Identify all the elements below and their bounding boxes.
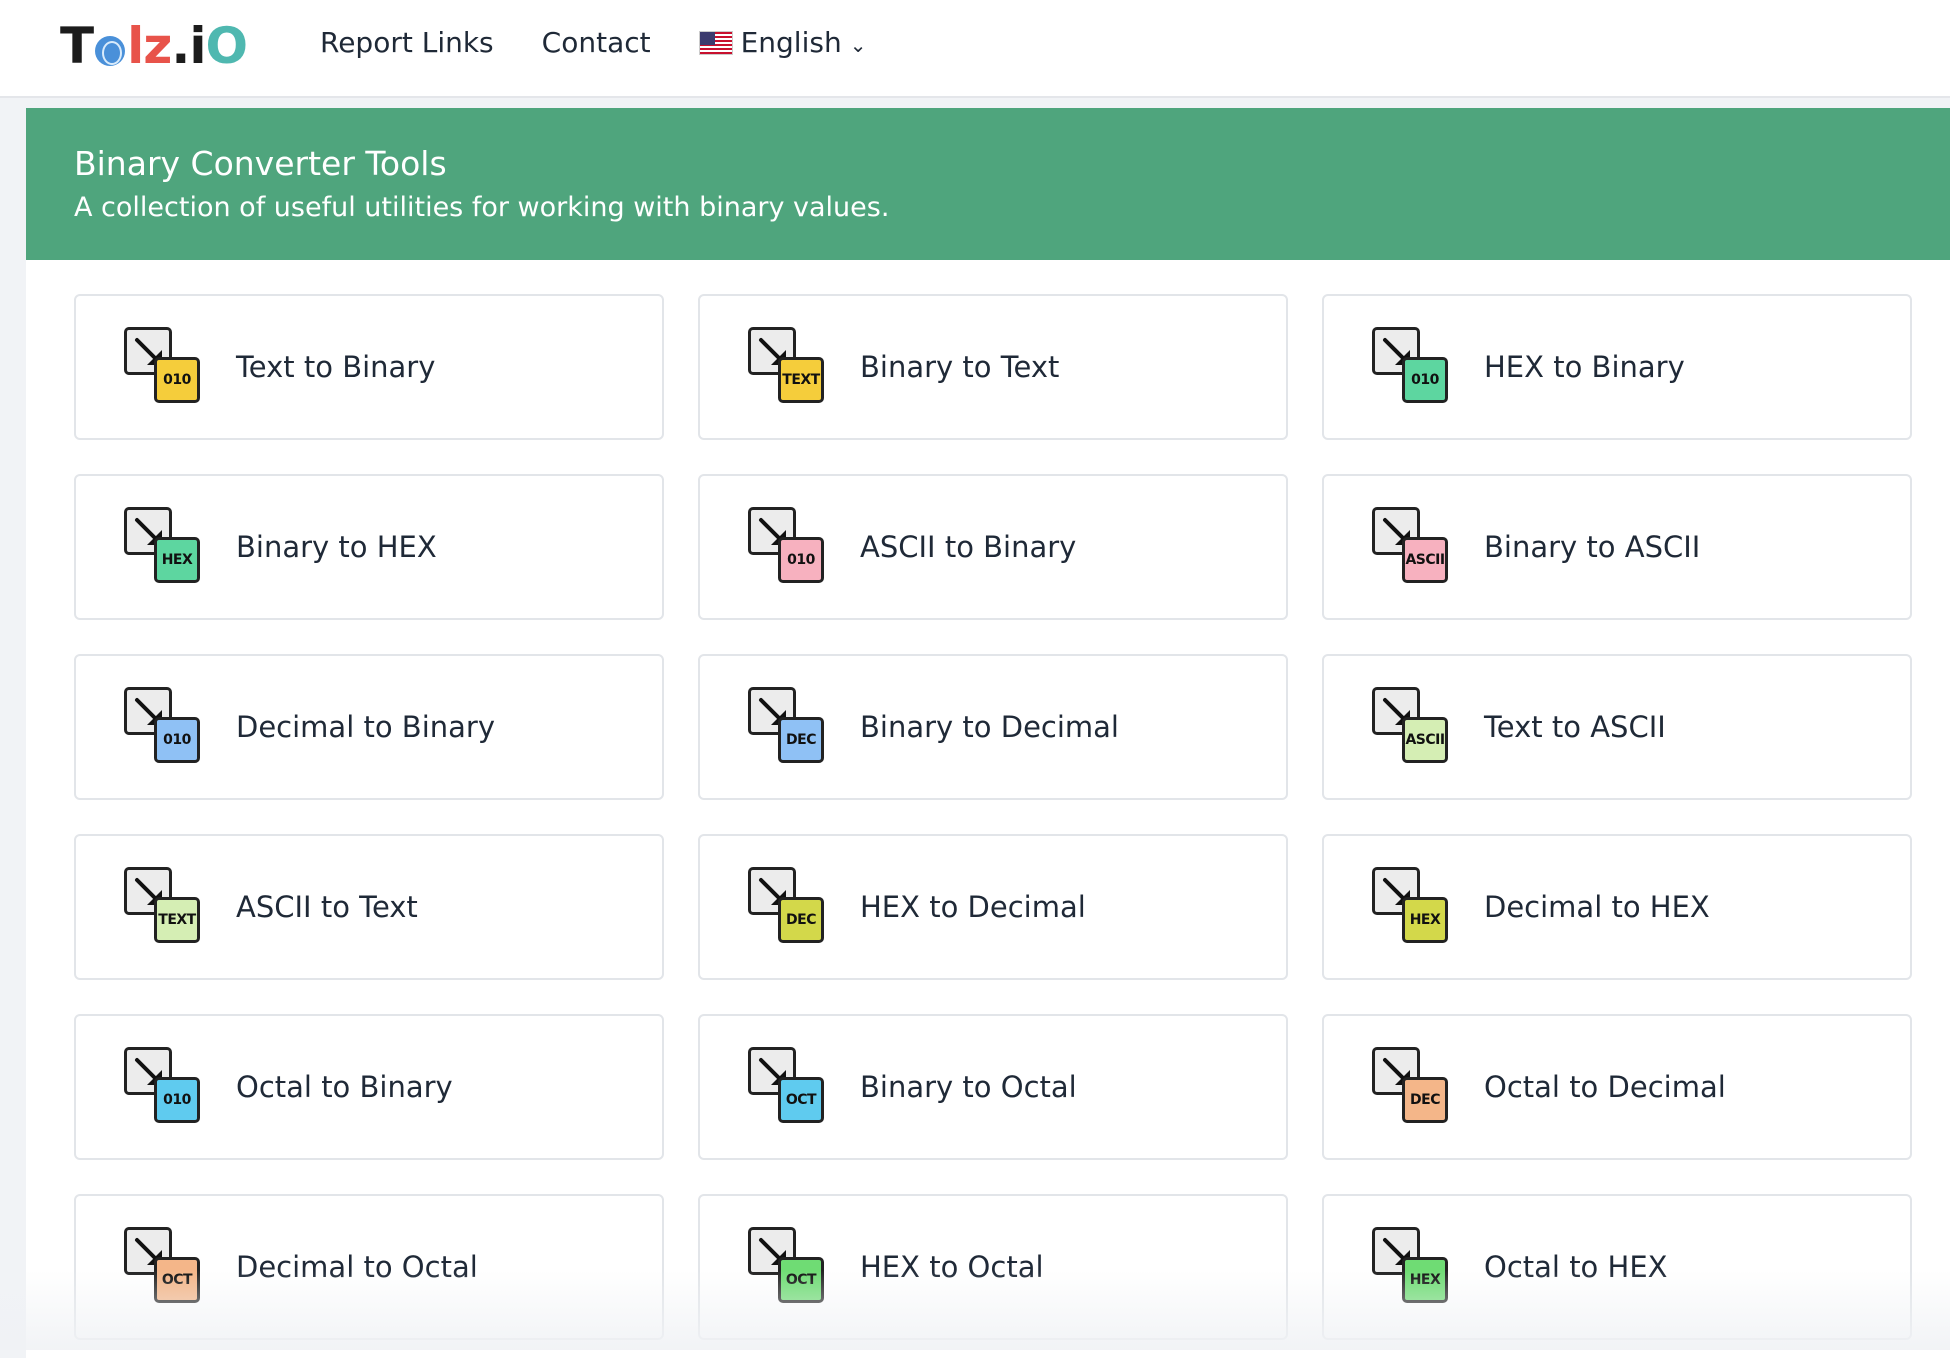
converter-badge: DEC	[778, 897, 824, 943]
converter-icon: HEX	[1372, 867, 1452, 947]
tool-label: Octal to Decimal	[1484, 1070, 1726, 1104]
converter-icon: TEXT	[748, 327, 828, 407]
us-flag-icon	[698, 30, 733, 55]
language-label: English	[740, 26, 842, 59]
converter-badge: OCT	[778, 1257, 824, 1303]
tool-label: Binary to Octal	[860, 1070, 1077, 1104]
converter-badge: ASCII	[1402, 717, 1448, 763]
tool-label: ASCII to Binary	[860, 530, 1077, 564]
converter-icon: 010	[124, 687, 204, 767]
converter-badge: HEX	[1402, 897, 1448, 943]
tool-card-text-to-ascii[interactable]: ASCII Text to ASCII	[1322, 654, 1912, 800]
converter-icon: 010	[124, 327, 204, 407]
tool-label: Text to ASCII	[1484, 710, 1666, 744]
tool-card-hex-to-binary[interactable]: 010 HEX to Binary	[1322, 294, 1912, 440]
tool-card-decimal-to-hex[interactable]: HEX Decimal to HEX	[1322, 834, 1912, 980]
converter-badge: DEC	[778, 717, 824, 763]
tool-label: Decimal to Binary	[236, 710, 495, 744]
chevron-down-icon: ⌄	[849, 32, 867, 57]
tool-card-octal-to-binary[interactable]: 010 Octal to Binary	[74, 1014, 664, 1160]
tool-label: Decimal to HEX	[1484, 890, 1710, 924]
tool-card-decimal-to-binary[interactable]: 010 Decimal to Binary	[74, 654, 664, 800]
tool-label: Binary to Text	[860, 350, 1060, 384]
converter-badge: 010	[778, 537, 824, 583]
page-subtitle: A collection of useful utilities for wor…	[74, 192, 890, 223]
converter-icon: DEC	[748, 867, 828, 947]
page-banner: Binary Converter Tools A collection of u…	[26, 108, 1950, 260]
converter-icon: 010	[1372, 327, 1452, 407]
nav-link-contact[interactable]: Contact	[542, 26, 651, 59]
tool-label: ASCII to Text	[236, 890, 418, 924]
converter-icon: TEXT	[124, 867, 204, 947]
globe-icon	[95, 36, 126, 66]
converter-badge: ASCII	[1402, 537, 1448, 583]
converter-badge: HEX	[154, 537, 200, 583]
tool-card-ascii-to-text[interactable]: TEXT ASCII to Text	[74, 834, 664, 980]
converter-icon: 010	[748, 507, 828, 587]
nav-links: Report Links Contact English ⌄	[320, 26, 866, 59]
tool-label: Text to Binary	[236, 350, 436, 384]
converter-icon: ASCII	[1372, 507, 1452, 587]
converter-badge: TEXT	[154, 897, 200, 943]
converter-icon: OCT	[748, 1227, 828, 1307]
converter-icon: OCT	[124, 1227, 204, 1307]
tool-card-binary-to-text[interactable]: TEXT Binary to Text	[698, 294, 1288, 440]
page-title: Binary Converter Tools	[74, 144, 447, 183]
tool-card-binary-to-octal[interactable]: OCT Binary to Octal	[698, 1014, 1288, 1160]
nav-link-report-links[interactable]: Report Links	[320, 26, 494, 59]
tool-label: Binary to Decimal	[860, 710, 1119, 744]
converter-icon: HEX	[124, 507, 204, 587]
converter-icon: OCT	[748, 1047, 828, 1127]
tool-label: HEX to Decimal	[860, 890, 1086, 924]
tool-card-text-to-binary[interactable]: 010 Text to Binary	[74, 294, 664, 440]
tool-label: HEX to Octal	[860, 1250, 1044, 1284]
tool-card-binary-to-hex[interactable]: HEX Binary to HEX	[74, 474, 664, 620]
site-logo[interactable]: T lz .i O	[60, 17, 249, 75]
main-content: Binary Converter Tools A collection of u…	[26, 108, 1950, 1358]
converter-badge: OCT	[154, 1257, 200, 1303]
logo-letter-o: O	[205, 17, 249, 75]
tool-label: Octal to HEX	[1484, 1250, 1668, 1284]
tool-card-octal-to-hex[interactable]: HEX Octal to HEX	[1322, 1194, 1912, 1340]
tool-card-hex-to-octal[interactable]: OCT HEX to Octal	[698, 1194, 1288, 1340]
converter-badge: TEXT	[778, 357, 824, 403]
tool-card-binary-to-decimal[interactable]: DEC Binary to Decimal	[698, 654, 1288, 800]
converter-badge: 010	[154, 357, 200, 403]
tool-label: Octal to Binary	[236, 1070, 453, 1104]
logo-letter-t: T	[60, 17, 94, 75]
tools-grid: 010 Text to Binary TEXT Binary to Text 0…	[74, 294, 1912, 1340]
logo-letters-lz: lz	[127, 17, 172, 75]
converter-icon: DEC	[748, 687, 828, 767]
converter-badge: 010	[1402, 357, 1448, 403]
language-selector[interactable]: English ⌄	[698, 26, 867, 59]
converter-badge: 010	[154, 1077, 200, 1123]
tool-label: Binary to HEX	[236, 530, 437, 564]
converter-icon: ASCII	[1372, 687, 1452, 767]
tool-card-octal-to-decimal[interactable]: DEC Octal to Decimal	[1322, 1014, 1912, 1160]
tool-label: Binary to ASCII	[1484, 530, 1701, 564]
converter-icon: HEX	[1372, 1227, 1452, 1307]
converter-badge: HEX	[1402, 1257, 1448, 1303]
converter-icon: DEC	[1372, 1047, 1452, 1127]
converter-badge: 010	[154, 717, 200, 763]
tool-label: Decimal to Octal	[236, 1250, 478, 1284]
logo-letters-dot-i: .i	[171, 17, 206, 75]
tool-card-decimal-to-octal[interactable]: OCT Decimal to Octal	[74, 1194, 664, 1340]
converter-badge: DEC	[1402, 1077, 1448, 1123]
tool-card-hex-to-decimal[interactable]: DEC HEX to Decimal	[698, 834, 1288, 980]
converter-icon: 010	[124, 1047, 204, 1127]
tool-card-binary-to-ascii[interactable]: ASCII Binary to ASCII	[1322, 474, 1912, 620]
tool-label: HEX to Binary	[1484, 350, 1685, 384]
converter-badge: OCT	[778, 1077, 824, 1123]
tool-card-ascii-to-binary[interactable]: 010 ASCII to Binary	[698, 474, 1288, 620]
top-navbar: T lz .i O Report Links Contact English ⌄	[0, 0, 1950, 98]
